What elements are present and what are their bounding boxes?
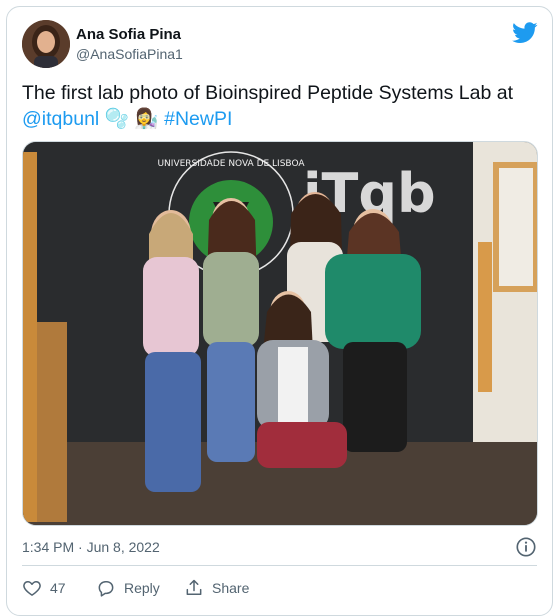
divider [22,565,537,566]
tweet-body: The first lab photo of Bioinspired Pepti… [22,82,514,104]
twitter-bird-icon[interactable] [512,22,538,44]
author-handle[interactable]: @AnaSofiaPina1 [76,46,183,62]
tweet-emoji: 🫧 👩‍🔬 [104,108,159,130]
tweet-timestamp[interactable]: 1:34 PM · Jun 8, 2022 [22,539,160,555]
heart-icon [23,581,41,596]
reply-button[interactable]: Reply [96,577,160,599]
share-label: Share [212,580,250,596]
reply-icon [98,581,114,597]
reply-label: Reply [124,580,160,596]
tweet-photo[interactable]: UNIVERSIDADE NOVA DE LISBOA iTqb [22,141,538,526]
like-count: 47 [50,580,66,596]
lab-photo: UNIVERSIDADE NOVA DE LISBOA iTqb [23,142,537,525]
share-button[interactable]: Share [184,577,249,599]
avatar-image [22,20,70,68]
share-icon [186,579,202,595]
info-icon[interactable] [515,536,537,558]
like-button[interactable]: 47 [22,577,66,599]
hashtag-link[interactable]: #NewPI [164,108,232,130]
author-name[interactable]: Ana Sofia Pina [76,26,181,43]
avatar[interactable] [22,20,70,68]
mention-link[interactable]: @itqbunl [22,108,99,130]
tweet-text: The first lab photo of Bioinspired Pepti… [22,80,537,132]
wall-text: UNIVERSIDADE NOVA DE LISBOA [157,159,305,169]
